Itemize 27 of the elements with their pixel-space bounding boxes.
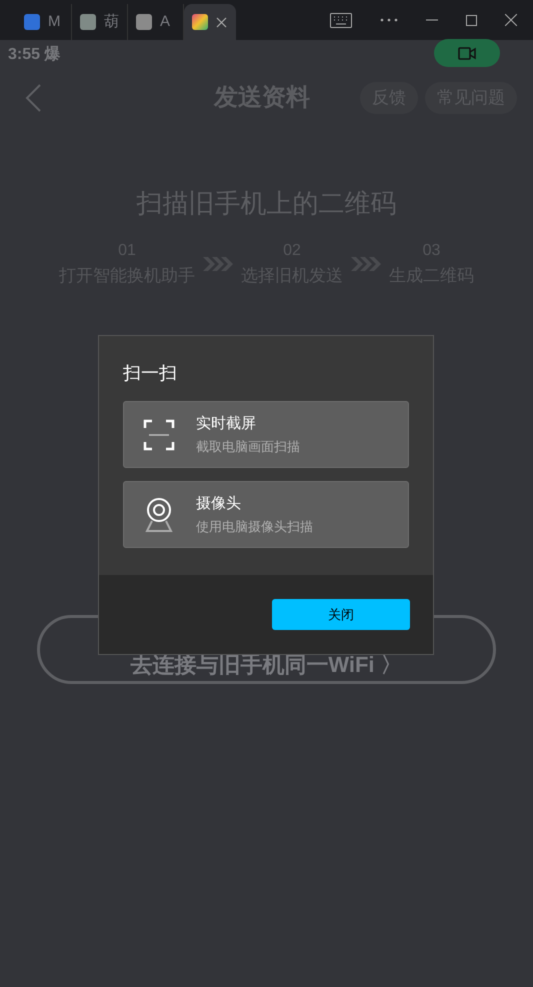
- more-icon[interactable]: [380, 18, 398, 22]
- browser-tab[interactable]: A: [128, 4, 184, 40]
- video-camera-icon: [458, 46, 476, 60]
- close-icon[interactable]: [216, 16, 227, 28]
- option-subtitle: 截取电脑画面扫描: [196, 438, 300, 456]
- browser-tab[interactable]: M: [16, 4, 72, 40]
- option-title: 摄像头: [196, 494, 242, 514]
- app-icon: [192, 14, 208, 30]
- app-icon: [80, 14, 96, 30]
- option-title: 实时截屏: [196, 414, 257, 434]
- scan-frame-icon: [143, 418, 175, 450]
- record-button[interactable]: [434, 39, 500, 67]
- minimize-icon[interactable]: [426, 19, 438, 21]
- webcam-icon: [144, 496, 174, 532]
- app-icon: [24, 14, 40, 30]
- status-time: 3:55 爆: [8, 44, 60, 65]
- keyboard-icon[interactable]: [330, 12, 352, 28]
- scan-option[interactable]: 摄像头 使用电脑摄像头扫描: [123, 481, 409, 548]
- app-icon: [136, 14, 152, 30]
- browser-tab[interactable]: [184, 4, 236, 40]
- scan-option[interactable]: 实时截屏 截取电脑画面扫描: [123, 401, 409, 468]
- browser-tab[interactable]: 葫: [72, 4, 128, 40]
- dialog-title: 扫一扫: [123, 362, 178, 385]
- close-button[interactable]: 关闭: [272, 599, 410, 630]
- option-subtitle: 使用电脑摄像头扫描: [196, 518, 313, 536]
- close-icon[interactable]: [505, 14, 517, 26]
- maximize-icon[interactable]: [466, 14, 477, 26]
